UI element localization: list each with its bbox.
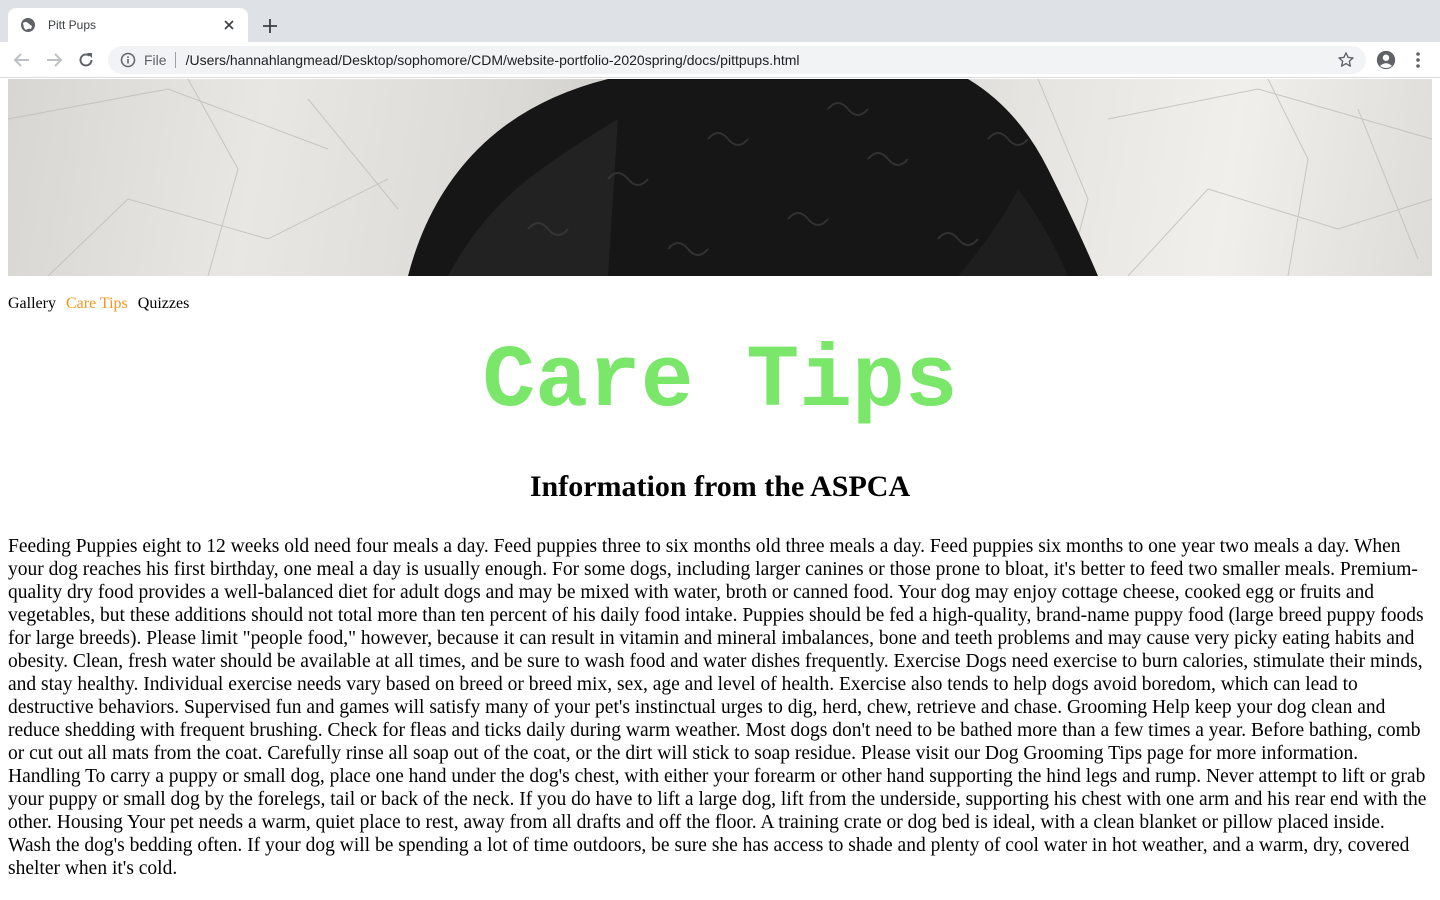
page-title: Care Tips — [482, 333, 958, 432]
url-text[interactable]: /Users/hannahlangmead/Desktop/sophomore/… — [186, 52, 800, 68]
nav-link-quizzes[interactable]: Quizzes — [138, 295, 190, 317]
star-icon — [1338, 52, 1354, 67]
browser-tab[interactable]: Pitt Pups — [8, 8, 248, 42]
site-nav: Gallery Care Tips Quizzes — [8, 295, 189, 317]
bookmark-star-button[interactable] — [1336, 50, 1356, 70]
arrow-left-icon — [13, 53, 29, 67]
page-viewport: Gallery Care Tips Quizzes Care Tips Info… — [0, 79, 1440, 900]
plus-icon — [263, 19, 277, 33]
kebab-menu-icon — [1416, 52, 1420, 68]
care-tips-body: Feeding Puppies eight to 12 weeks old ne… — [8, 536, 1427, 879]
tab-title: Pitt Pups — [48, 18, 97, 32]
account-circle-icon — [1376, 50, 1396, 70]
globe-icon — [20, 17, 36, 33]
info-icon[interactable] — [120, 52, 136, 68]
new-tab-button[interactable] — [258, 14, 282, 38]
kebab-menu-button[interactable] — [1406, 48, 1430, 72]
nav-link-gallery[interactable]: Gallery — [8, 295, 56, 317]
close-icon[interactable] — [220, 16, 238, 34]
page-subtitle: Information from the ASPCA — [529, 470, 911, 503]
reload-icon — [79, 53, 93, 67]
address-bar[interactable]: File /Users/hannahlangmead/Desktop/sopho… — [108, 46, 1366, 74]
reload-button[interactable] — [74, 48, 98, 72]
back-button[interactable] — [10, 48, 34, 72]
profile-button[interactable] — [1374, 48, 1398, 72]
scheme-label: File — [144, 52, 167, 68]
banner-image — [8, 79, 1432, 276]
browser-tabstrip: Pitt Pups — [0, 0, 1440, 42]
browser-toolbar: File /Users/hannahlangmead/Desktop/sopho… — [0, 42, 1440, 78]
dog-fur-photo — [8, 79, 1432, 276]
omnibox-separator — [174, 52, 176, 68]
nav-link-care-tips[interactable]: Care Tips — [66, 295, 128, 317]
arrow-right-icon — [47, 53, 63, 67]
forward-button[interactable] — [42, 48, 66, 72]
